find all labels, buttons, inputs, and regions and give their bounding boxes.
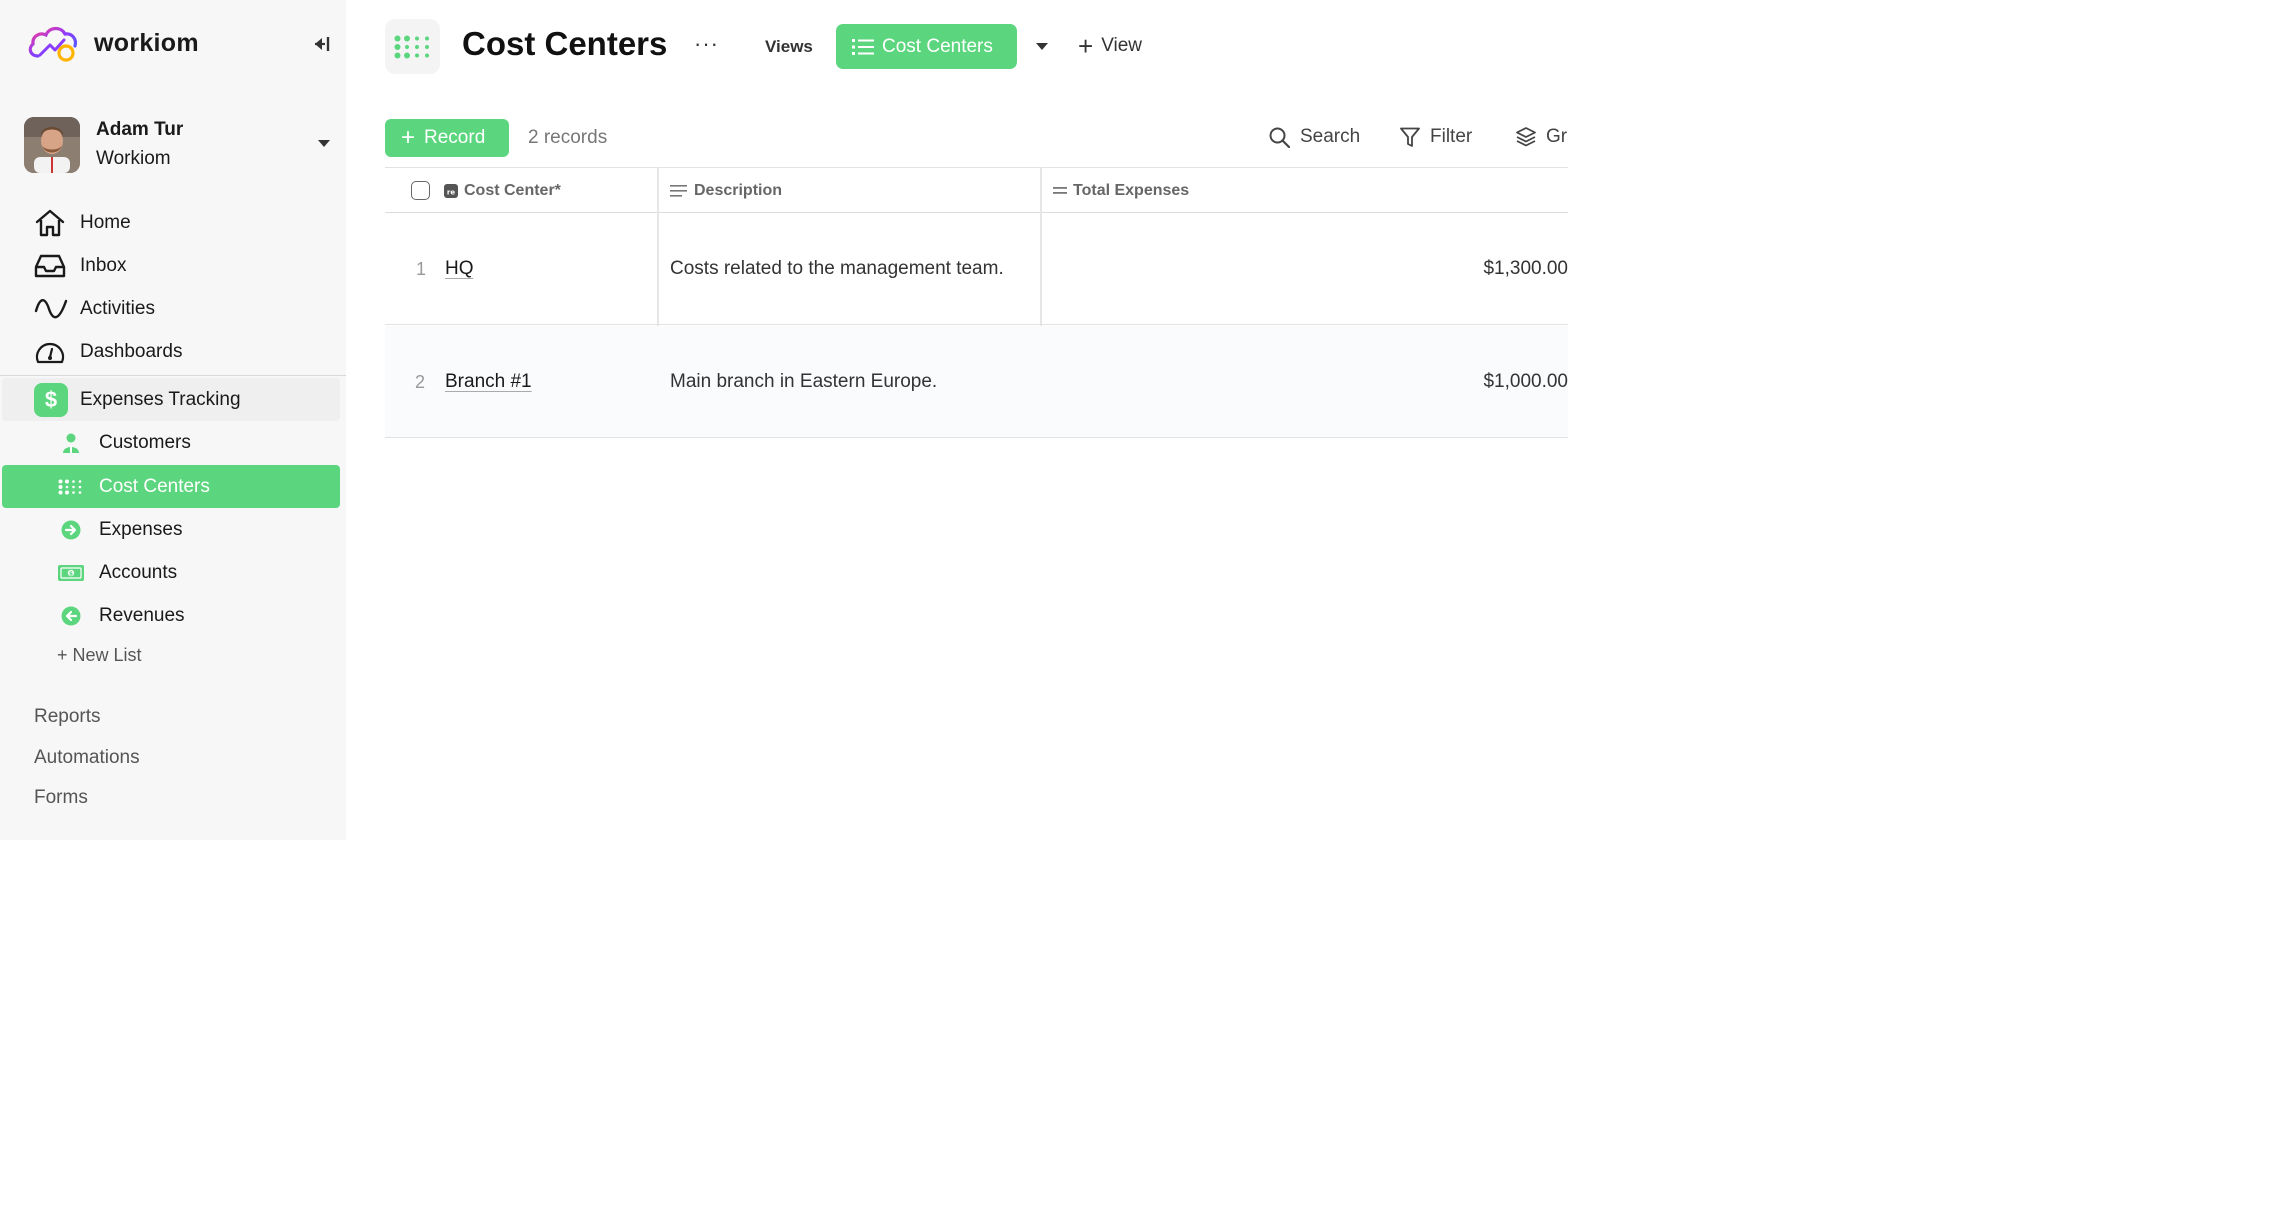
total-expenses-cell[interactable]: $1,300.00 [1053,213,1568,325]
nav-home-label: Home [80,212,131,233]
brand-name: workiom [94,28,199,57]
avatar [24,117,80,173]
table-row[interactable]: 2 Branch #1 Main branch in Eastern Europ… [385,326,1568,438]
user-org: Workiom [96,148,171,169]
current-view-tab[interactable]: Cost Centers [836,24,1017,69]
add-record-button[interactable]: + Record [385,119,509,157]
total-expenses-cell[interactable]: $1,000.00 [1053,326,1568,438]
list-label-revenues: Revenues [99,604,185,626]
column-label-total-expenses: Total Expenses [1073,181,1190,199]
group-label: Gr [1546,126,1568,147]
list-item-customers[interactable]: Customers [2,421,340,464]
select-all-cell [411,168,430,213]
list-item-expenses[interactable]: Expenses [2,508,340,551]
record-link[interactable]: HQ [445,258,474,280]
column-label-description: Description [694,181,783,199]
dollar-icon: $ [34,382,68,417]
paragraph-icon [670,184,687,197]
list-label-accounts: Accounts [99,561,178,583]
cost-center-cell: HQ [445,213,474,325]
user-name: Adam Tur [96,119,184,140]
search-button[interactable]: Search [1269,126,1360,148]
more-options-button[interactable]: ··· [694,31,719,57]
inbox-icon [34,251,68,281]
filter-label: Filter [1430,126,1473,147]
sidebar: workiom Adam Tur Workiom Home Inbox Acti… [0,0,346,840]
list-icon-badge [385,19,440,74]
workiom-logo-icon [28,26,78,62]
nav-activities[interactable]: Activities [34,294,155,324]
page-title: Cost Centers [462,25,668,62]
list-item-cost-centers[interactable]: Cost Centers [2,465,340,508]
record-count: 2 records [528,127,608,148]
column-header-description[interactable]: Description [670,168,782,213]
list-view-icon [852,38,874,55]
list-label-customers: Customers [99,431,191,453]
list-item-accounts[interactable]: $ Accounts [2,551,340,594]
search-icon [1269,127,1290,148]
home-icon [34,208,68,238]
collapse-sidebar-icon[interactable] [310,34,332,54]
list-label-expenses: Expenses [99,518,183,540]
user-profile[interactable]: Adam Tur Workiom [24,116,336,174]
dashboard-gauge-icon [34,337,68,367]
cash-icon: $ [58,561,84,585]
customer-icon [58,431,84,455]
activity-icon [34,294,68,324]
app-label: Expenses Tracking [80,388,241,410]
filter-icon [1400,127,1420,147]
avatar-photo-icon [24,117,80,173]
group-button[interactable]: Gr [1516,126,1567,148]
forms-link[interactable]: Forms [34,787,88,809]
list-label-cost-centers: Cost Centers [99,475,210,497]
nav-home[interactable]: Home [34,208,131,238]
plus-icon: + [401,124,416,151]
chevron-down-icon[interactable] [1036,43,1048,50]
brand[interactable]: workiom [26,22,199,64]
filter-button[interactable]: Filter [1400,126,1472,148]
search-label: Search [1300,126,1361,147]
arrow-right-circle-icon [58,518,84,542]
add-view-button[interactable]: + View [1078,31,1143,61]
current-view-label: Cost Centers [882,35,993,57]
automations-link[interactable]: Automations [34,747,140,769]
record-link[interactable]: Branch #1 [445,371,532,393]
cost-center-cell: Branch #1 [445,326,532,438]
column-header-cost-center[interactable]: re Cost Center* [444,168,561,213]
views-label[interactable]: Views [765,37,813,57]
add-record-label: Record [424,127,486,148]
row-number: 1 [416,258,427,279]
sidebar-divider [0,375,346,376]
table-header: re Cost Center* Description Total Expens… [385,167,1568,213]
app-expenses-tracking[interactable]: $ Expenses Tracking [2,378,340,421]
add-view-label: View [1101,35,1143,56]
nav-activities-label: Activities [80,298,155,319]
text-field-icon: re [444,183,458,198]
list-item-revenues[interactable]: Revenues [2,594,340,637]
nav-inbox-label: Inbox [80,255,127,276]
chevron-down-icon[interactable] [318,140,330,147]
nav-dashboards[interactable]: Dashboards [34,337,182,367]
grid-dots-icon [394,35,429,58]
reports-link[interactable]: Reports [34,706,101,728]
column-header-total-expenses[interactable]: Total Expenses [1053,168,1189,213]
plus-icon: + [1078,31,1094,61]
arrow-left-circle-icon [58,604,84,628]
svg-text:$: $ [69,570,73,577]
new-list-link[interactable]: + New List [57,645,142,666]
description-cell[interactable]: Costs related to the management team. [670,213,1004,325]
row-number: 2 [415,371,426,392]
nav-dashboards-label: Dashboards [80,341,183,362]
formula-equals-icon [1053,186,1067,194]
table-row[interactable]: 1 HQ Costs related to the management tea… [385,213,1568,325]
nav-inbox[interactable]: Inbox [34,251,126,281]
select-all-checkbox[interactable] [411,181,430,200]
svg-text:re: re [447,188,455,196]
description-cell[interactable]: Main branch in Eastern Europe. [670,326,937,438]
grid-dots-icon [58,475,84,499]
layers-icon [1516,127,1536,147]
column-label-cost-center: Cost Center* [464,181,561,199]
